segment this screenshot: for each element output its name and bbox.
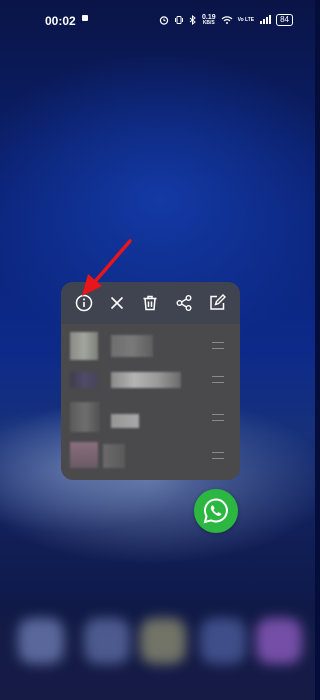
contact-name	[111, 414, 139, 428]
dock-app[interactable]	[18, 618, 64, 664]
status-icons: 0.19 KB/S Vo LTE 84	[159, 12, 293, 28]
red-arrow-annotation	[82, 239, 132, 296]
alarm-icon	[159, 16, 169, 25]
contact-avatar	[70, 332, 98, 360]
edit-icon[interactable]	[207, 293, 227, 313]
wifi-icon	[221, 16, 233, 24]
dock-app[interactable]	[84, 618, 130, 664]
contact-name	[103, 444, 125, 468]
contact-avatar	[70, 372, 98, 388]
lock-icon	[82, 15, 88, 21]
contact-avatar	[70, 442, 98, 468]
battery-indicator: 84	[276, 14, 293, 26]
status-bar: 00:02 0.19 KB/S Vo LTE 84	[0, 0, 315, 40]
drag-handle[interactable]	[212, 452, 224, 459]
shortcut-menu	[61, 282, 240, 480]
share-icon[interactable]	[174, 293, 194, 313]
shortcut-item[interactable]	[61, 400, 240, 438]
shortcut-item[interactable]	[61, 438, 240, 476]
dock-app[interactable]	[256, 618, 302, 664]
volte-label: Vo LTE	[237, 16, 255, 23]
drag-handle[interactable]	[212, 342, 224, 349]
dock-app[interactable]	[140, 618, 186, 664]
contact-name	[111, 372, 181, 388]
signal-icon	[260, 15, 272, 24]
dock-app[interactable]	[200, 618, 246, 664]
shortcut-item[interactable]	[61, 328, 240, 366]
contact-name	[111, 335, 153, 357]
status-time: 00:02	[45, 14, 76, 28]
network-speed: 0.19 KB/S	[201, 14, 216, 26]
vibrate-icon	[174, 16, 183, 24]
shortcut-item[interactable]	[61, 362, 240, 400]
trash-icon[interactable]	[140, 293, 160, 313]
whatsapp-icon	[203, 498, 228, 524]
whatsapp-app-icon[interactable]	[194, 489, 238, 533]
bluetooth-icon	[189, 15, 196, 25]
drag-handle[interactable]	[212, 414, 224, 421]
drag-handle[interactable]	[212, 376, 224, 383]
contact-avatar	[70, 402, 100, 432]
